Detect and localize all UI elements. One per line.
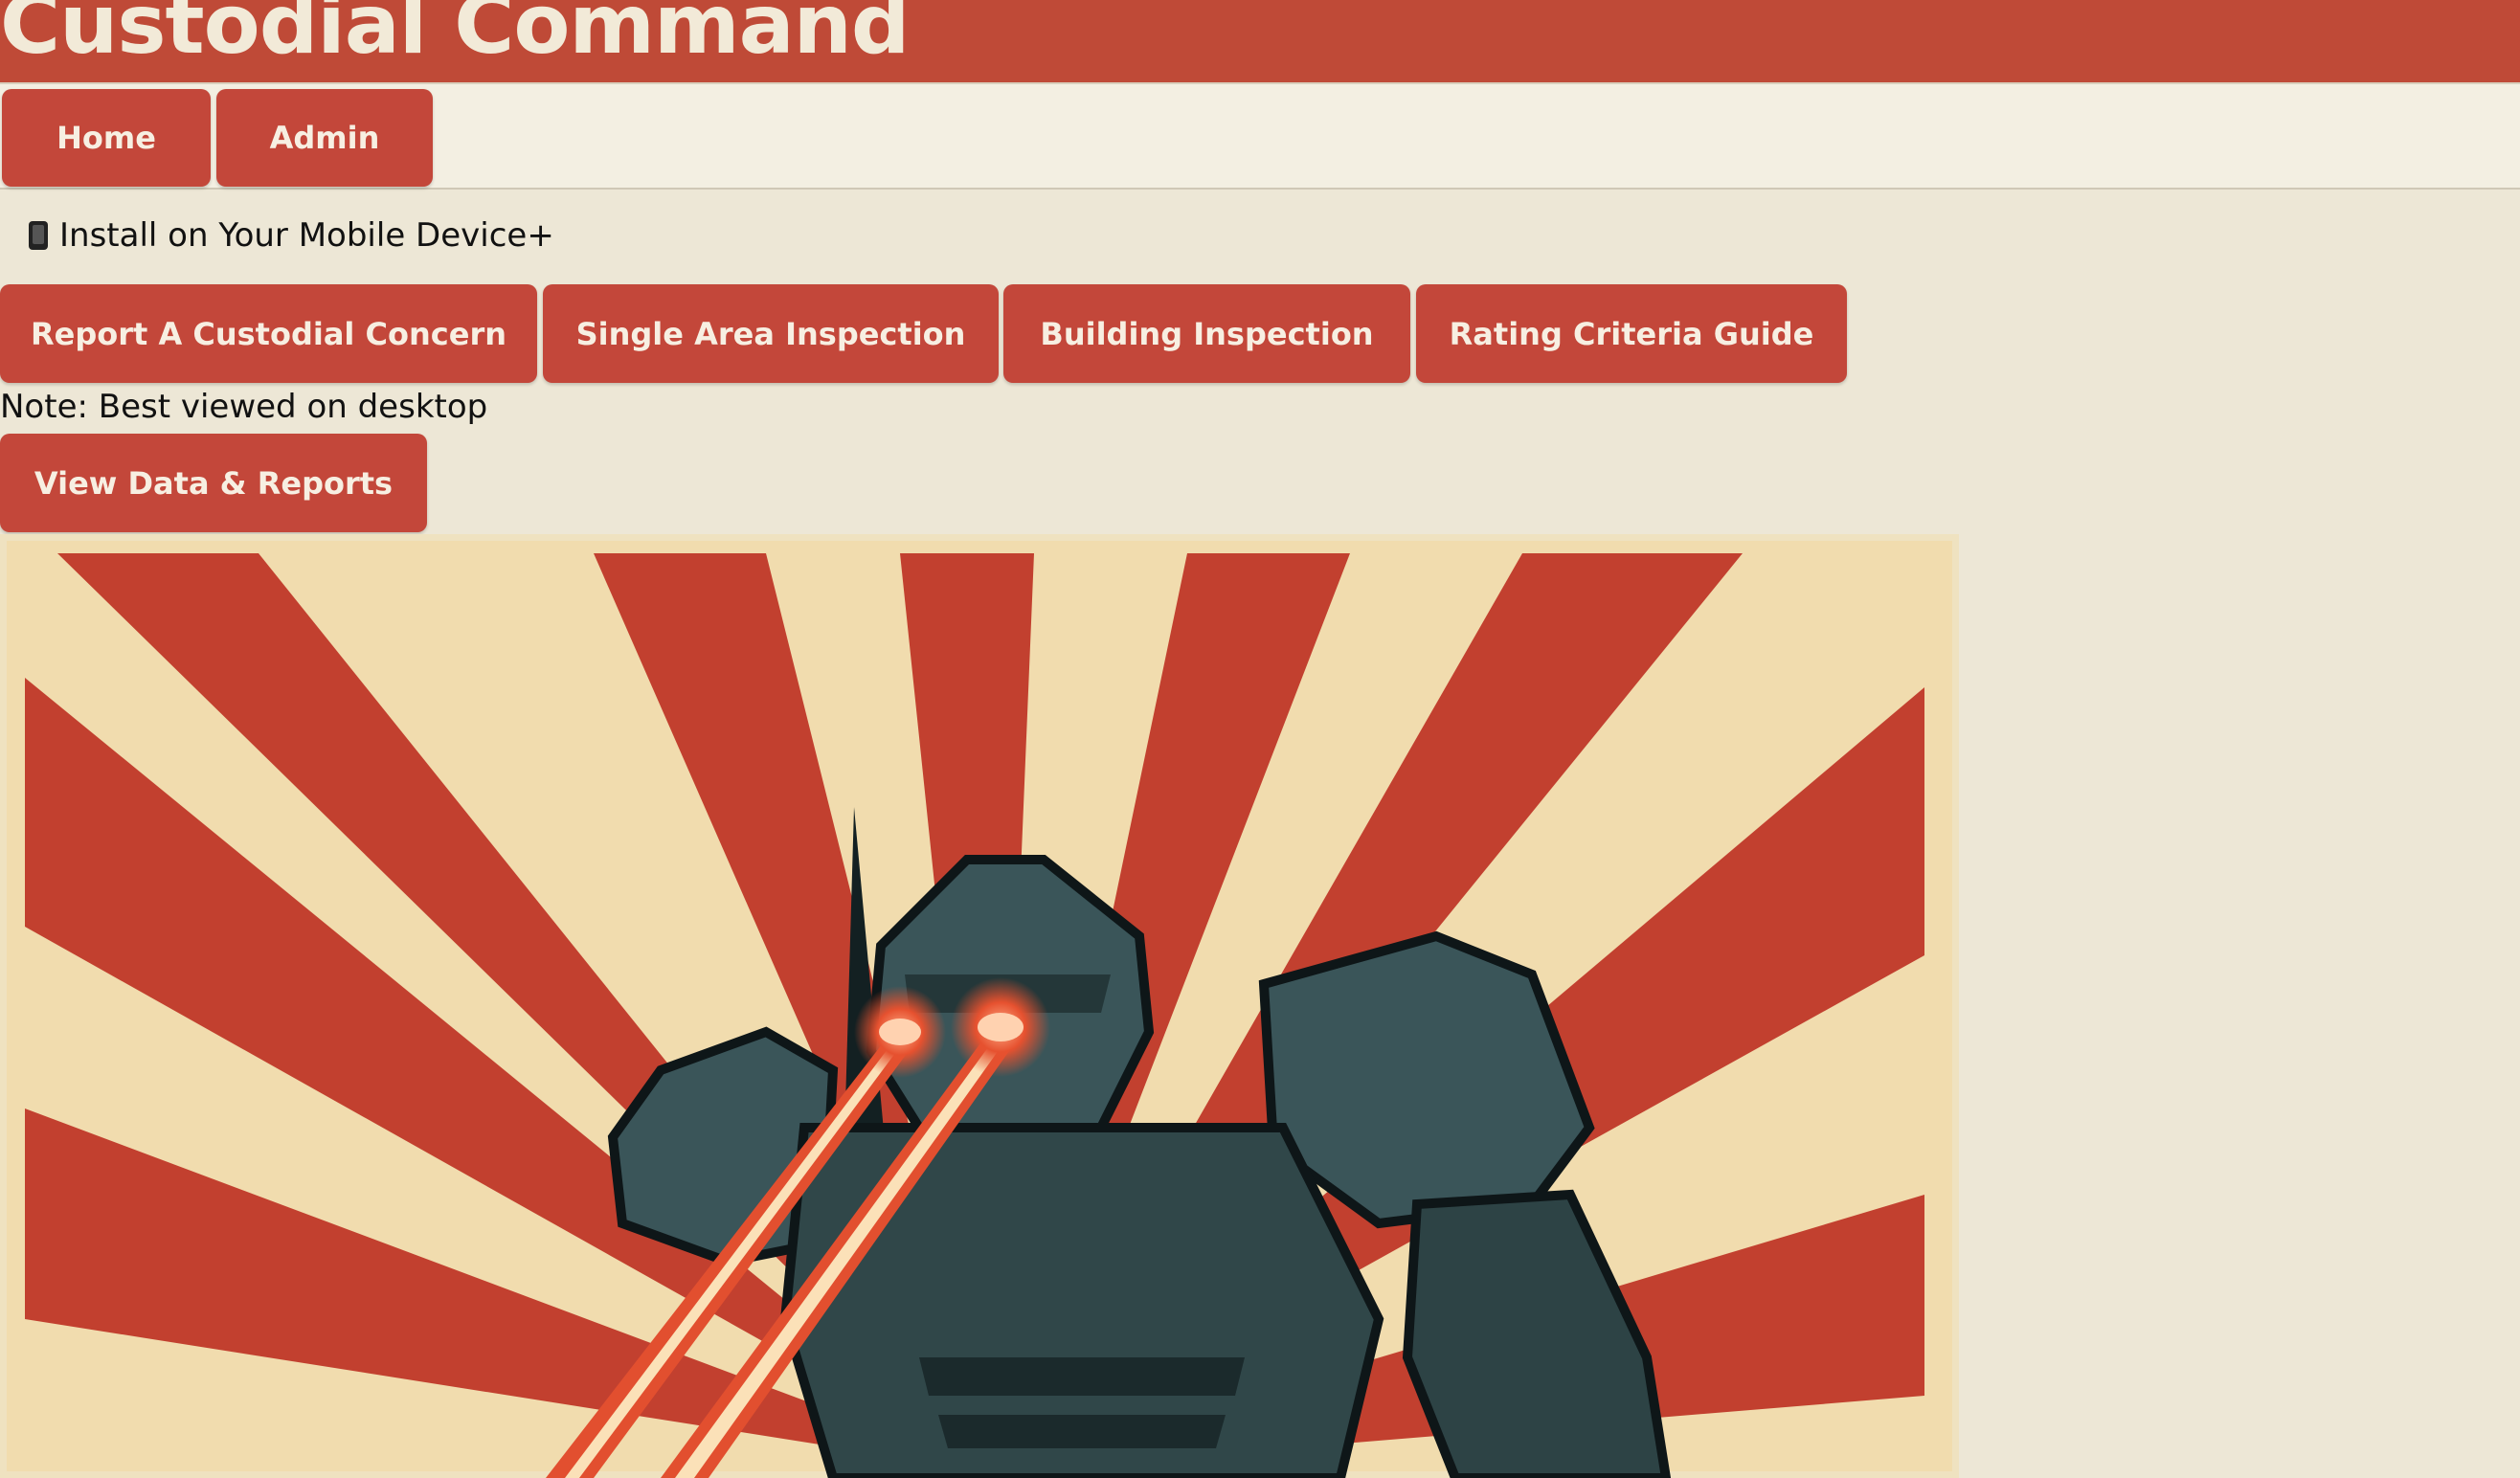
robot-poster-image [0, 534, 1959, 1478]
single-area-inspection-button[interactable]: Single Area Inspection [543, 284, 999, 383]
view-data-reports-button[interactable]: View Data & Reports [0, 434, 427, 532]
building-inspection-button[interactable]: Building Inspection [1003, 284, 1410, 383]
install-app-label: Install on Your Mobile Device+ [59, 216, 554, 255]
mobile-phone-icon [29, 221, 48, 250]
desktop-note: Note: Best viewed on desktop [0, 388, 488, 426]
install-app-link[interactable]: Install on Your Mobile Device+ [29, 213, 554, 258]
nav-admin-button[interactable]: Admin [216, 89, 433, 187]
robot-poster-illustration [0, 534, 1959, 1478]
site-header: Custodial Command [0, 0, 2520, 82]
nav-bar: Home Admin [0, 82, 2520, 190]
site-title: Custodial Command [0, 0, 910, 73]
report-concern-button[interactable]: Report A Custodial Concern [0, 284, 537, 383]
nav-home-button[interactable]: Home [2, 89, 211, 187]
rating-criteria-guide-button[interactable]: Rating Criteria Guide [1416, 284, 1847, 383]
